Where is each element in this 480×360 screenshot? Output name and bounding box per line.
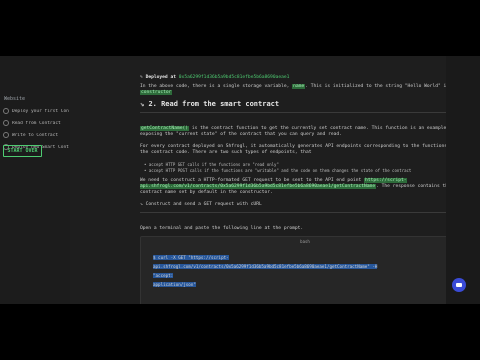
terminal-line-text: application/json"	[153, 282, 196, 287]
step-write-to-contract[interactable]: Write to Contract	[3, 130, 69, 140]
intro-text-2: . This is initialized to the string "Hel…	[305, 84, 461, 89]
intro-paragraph: In the above code, there is a single sto…	[140, 84, 466, 96]
function-description: getContractName() is the contract functi…	[140, 126, 466, 138]
section-heading: ⇘ 2. Read from the smart contract	[140, 100, 279, 108]
screen: Website Deploy your first Contract Read …	[0, 56, 480, 304]
terminal-body[interactable]: $ curl -X GET "https://script- api.shfro…	[153, 253, 393, 289]
curl-note-text: Construct and send a GET request with cU…	[145, 202, 262, 207]
intro-ctor-code: constructor	[140, 90, 173, 95]
curl-note: ⇘ Construct and send a GET request with …	[140, 202, 466, 208]
steps-sidebar: Website Deploy your first Contract Read …	[0, 56, 70, 304]
tutorial-content: ✎ Deployed at 0x5a6299f1d36b5a9bd5c81efb…	[70, 56, 480, 304]
intro-text-1: In the above code, there is a single sto…	[140, 84, 290, 89]
note-divider	[140, 212, 466, 213]
step-label: Deploy your first Contract	[12, 108, 69, 114]
link-icon: ⇘	[140, 202, 143, 207]
intro-var-code: name	[292, 84, 306, 89]
section-heading-text: 2. Read from the smart contract	[148, 100, 280, 108]
function-name-code: getContractName()	[140, 126, 190, 131]
step-read-from-contract[interactable]: Read from Contract	[3, 118, 69, 128]
terminal-line: application/json"	[153, 280, 393, 289]
step-circle-icon	[3, 108, 9, 114]
step-label: Read from Contract	[12, 120, 61, 126]
start-over-button[interactable]: START OVER	[3, 145, 42, 157]
endpoints-paragraph: For every contract deployed on Shfrogl, …	[140, 144, 456, 155]
terminal-line: api.shfrogl.com/v1/contracts/0x5a6299f1d…	[153, 262, 393, 280]
chat-icon[interactable]	[452, 278, 466, 292]
terminal-window[interactable]: bash $ curl -X GET "https://script- api.…	[140, 236, 470, 304]
endpoint-types-list: • accept HTTP GET calls if the functions…	[144, 162, 411, 174]
deployed-address[interactable]: 0x5a6299f1d36b5a9bd5c81efbe5b6a8690aeae1	[179, 75, 290, 80]
step-circle-icon	[3, 120, 9, 126]
section-divider	[140, 112, 466, 113]
terminal-line-text: curl -X GET "https://script-	[158, 255, 229, 260]
sidebar-title: Website	[4, 96, 26, 102]
terminal-line-text: api.shfrogl.com/v1/contracts/0x5a6299f1d…	[153, 264, 378, 278]
terminal-line: $ curl -X GET "https://script-	[153, 255, 229, 260]
request-text-1: We need to construct a HTTP-formated GET…	[140, 178, 362, 183]
step-deploy-first-contract[interactable]: Deploy your first Contract	[3, 106, 69, 116]
list-item: • accept HTTP POST calls if the function…	[144, 168, 412, 173]
deployed-label: Deployed at	[145, 75, 176, 80]
terminal-title: bash	[300, 239, 310, 244]
step-label: Write to Contract	[12, 132, 59, 138]
right-rail	[446, 56, 480, 304]
request-paragraph: We need to construct a HTTP-formated GET…	[140, 178, 466, 196]
step-circle-icon	[3, 132, 9, 138]
open-terminal-text: Open a terminal and paste the following …	[140, 226, 304, 231]
bullet-text: accept HTTP GET calls if the functions a…	[148, 162, 279, 167]
check-icon: ✎	[140, 75, 143, 80]
bullet-text: accept HTTP POST calls if the functions …	[148, 168, 412, 173]
deployed-at-line: ✎ Deployed at 0x5a6299f1d36b5a9bd5c81efb…	[140, 75, 466, 81]
link-icon: ⇘	[140, 100, 145, 108]
